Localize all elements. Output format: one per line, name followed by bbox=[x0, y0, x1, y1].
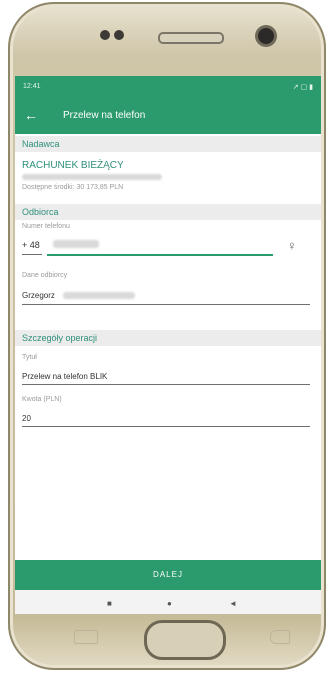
sender-account-name[interactable]: RACHUNEK BIEŻĄCY bbox=[22, 160, 124, 171]
phone-prefix: + 48 bbox=[22, 240, 40, 250]
account-number-masked bbox=[22, 174, 162, 180]
home-button[interactable] bbox=[144, 620, 226, 660]
recent-apps-key[interactable] bbox=[74, 630, 98, 644]
details-header-label: Szczegóły operacji bbox=[22, 333, 98, 343]
phone-number-masked bbox=[53, 240, 99, 248]
sender-header-label: Nadawca bbox=[22, 139, 60, 149]
android-nav-bar: ■ ● ◄ bbox=[15, 590, 321, 614]
recipient-name-input[interactable] bbox=[22, 304, 310, 305]
front-camera bbox=[258, 28, 274, 44]
transfer-title-value[interactable]: Przelew na telefon BLIK bbox=[22, 372, 107, 381]
recipient-header-label: Odbiorca bbox=[22, 207, 59, 217]
next-button[interactable]: DALEJ bbox=[15, 560, 321, 590]
recipient-surname-masked bbox=[63, 292, 135, 299]
contacts-icon[interactable]: ♀ bbox=[287, 238, 297, 253]
recipient-section-header: Odbiorca bbox=[15, 204, 321, 220]
name-field-label: Dane odbiorcy bbox=[22, 272, 68, 279]
title-field-label: Tytuł bbox=[22, 354, 37, 361]
phone-field-label: Numer telefonu bbox=[22, 223, 70, 230]
phone-input[interactable] bbox=[47, 254, 273, 256]
sender-available-funds: Dostępne środki: 30 173,85 PLN bbox=[22, 184, 124, 191]
sender-section-header: Nadawca bbox=[15, 136, 321, 152]
sensor-dot bbox=[114, 30, 124, 40]
recipient-name-value[interactable]: Grzegorz bbox=[22, 291, 55, 300]
earpiece-speaker bbox=[158, 32, 224, 44]
prefix-underline bbox=[22, 254, 42, 255]
amount-field-label: Kwota (PLN) bbox=[22, 396, 62, 403]
details-section-header: Szczegóły operacji bbox=[15, 330, 321, 346]
recent-apps-icon[interactable]: ■ bbox=[107, 599, 112, 608]
status-bar: 12:41 ↗ ▢ ▮ bbox=[15, 76, 321, 98]
app-screen: 12:41 ↗ ▢ ▮ ← Przelew na telefon Nadawca… bbox=[15, 76, 321, 614]
amount-input[interactable] bbox=[22, 426, 310, 427]
sensor-dot bbox=[100, 30, 110, 40]
status-icons: ↗ ▢ ▮ bbox=[292, 84, 313, 91]
back-icon[interactable]: ◄ bbox=[229, 599, 237, 608]
home-icon[interactable]: ● bbox=[167, 599, 172, 608]
amount-value[interactable]: 20 bbox=[22, 414, 31, 423]
app-bar: ← Przelew na telefon bbox=[15, 98, 321, 134]
page-title: Przelew na telefon bbox=[63, 110, 146, 121]
back-key[interactable] bbox=[270, 630, 290, 644]
transfer-title-input[interactable] bbox=[22, 384, 310, 385]
back-arrow-icon[interactable]: ← bbox=[24, 107, 38, 123]
status-time: 12:41 bbox=[23, 83, 41, 90]
